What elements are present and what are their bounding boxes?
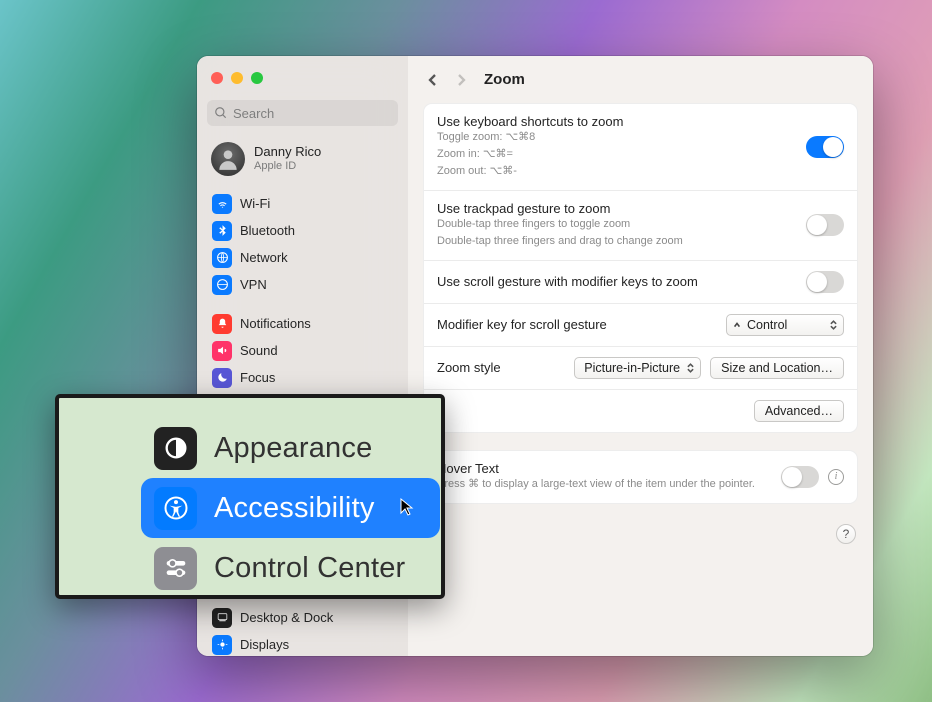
row-kb-shortcuts: Use keyboard shortcuts to zoom Toggle zo… [424,104,857,191]
zoom-item-label: Control Center [214,552,405,585]
sidebar-item-notifications[interactable]: Notifications [207,310,398,337]
accessibility-icon [154,487,197,530]
row-label: Use keyboard shortcuts to zoom [437,114,623,129]
help-button[interactable]: ? [836,524,856,544]
appearance-icon [154,427,197,470]
row-sub: Toggle zoom: ⌥⌘8 [437,130,623,146]
toggle-hover-text[interactable] [781,466,819,488]
advanced-button[interactable]: Advanced… [754,400,844,422]
row-label: Modifier key for scroll gesture [437,317,607,332]
row-scroll-gesture: Use scroll gesture with modifier keys to… [424,261,857,304]
zoom-settings-card: Use keyboard shortcuts to zoom Toggle zo… [423,103,858,433]
select-value: Picture-in-Picture [584,361,680,375]
row-trackpad-gesture: Use trackpad gesture to zoom Double-tap … [424,191,857,261]
sidebar-item-focus[interactable]: Focus [207,364,398,391]
row-modifier-key: Modifier key for scroll gesture Control [424,304,857,347]
sidebar-item-desktop-dock[interactable]: Desktop & Dock [207,604,398,631]
zoom-item-label: Appearance [214,432,372,465]
page-title: Zoom [484,71,525,88]
user-name: Danny Rico [254,144,321,160]
main-pane: Zoom Use keyboard shortcuts to zoom Togg… [408,56,873,656]
desktop-wallpaper: Search Danny Rico Apple ID Wi-Fi Bluetoo… [0,0,932,702]
zoom-item-accessibility[interactable]: Accessibility [141,478,440,538]
minimize-button[interactable] [231,72,243,84]
dock-icon [212,608,232,628]
wifi-icon [212,194,232,214]
network-icon [212,248,232,268]
row-label: Use scroll gesture with modifier keys to… [437,274,698,289]
row-zoom-style: Zoom style Picture-in-Picture Size and L… [424,347,857,390]
chevron-updown-icon [687,363,694,373]
window-controls [211,72,398,84]
user-sub: Apple ID [254,160,321,174]
zoom-item-appearance[interactable]: Appearance [147,418,421,478]
search-input[interactable]: Search [207,100,398,126]
row-label: Use trackpad gesture to zoom [437,201,683,216]
row-sub: Double-tap three fingers to toggle zoom [437,217,683,233]
sidebar-item-vpn[interactable]: VPN [207,271,398,298]
row-sub: Press ⌘ to display a large-text view of … [437,477,755,493]
row-label: Zoom style [437,360,501,375]
info-icon[interactable]: i [828,469,844,485]
sidebar-item-sound[interactable]: Sound [207,337,398,364]
button-label: Advanced… [765,404,833,418]
back-button[interactable] [424,71,442,89]
select-zoom-style[interactable]: Picture-in-Picture [574,357,701,379]
moon-icon [212,368,232,388]
main-header: Zoom [408,56,873,103]
content-area: Use keyboard shortcuts to zoom Toggle zo… [408,103,873,559]
bluetooth-icon [212,221,232,241]
sidebar-item-label: Sound [240,343,278,358]
sidebar-item-displays[interactable]: Displays [207,631,398,656]
chevron-updown-icon [830,320,837,330]
sidebar-item-label: Desktop & Dock [240,610,333,625]
zoom-item-label: Accessibility [214,492,375,525]
select-modifier-key[interactable]: Control [726,314,844,336]
sidebar-item-label: Bluetooth [240,223,295,238]
avatar [211,142,245,176]
vpn-icon [212,275,232,295]
zoom-pip-overlay: Appearance Accessibility Control Center [55,394,445,599]
row-sub: Zoom in: ⌥⌘= [437,147,623,163]
sidebar-item-label: Wi-Fi [240,196,270,211]
bell-icon [212,314,232,334]
search-icon [214,106,228,120]
row-label: Hover Text [437,461,755,476]
sidebar-item-label: Notifications [240,316,311,331]
apple-id-row[interactable]: Danny Rico Apple ID [207,137,398,190]
sliders-icon [154,547,197,590]
zoom-button[interactable] [251,72,263,84]
size-location-button[interactable]: Size and Location… [710,357,844,379]
sidebar-item-bluetooth[interactable]: Bluetooth [207,217,398,244]
sidebar-item-network[interactable]: Network [207,244,398,271]
control-caret-icon [733,318,741,332]
select-value: Control [747,318,787,332]
sidebar-item-wifi[interactable]: Wi-Fi [207,190,398,217]
close-button[interactable] [211,72,223,84]
sidebar-item-label: Focus [240,370,275,385]
button-label: Size and Location… [721,361,833,375]
row-hover-text: Hover Text Press ⌘ to display a large-te… [424,451,857,503]
sidebar-item-label: Displays [240,637,289,652]
search-placeholder: Search [233,106,274,121]
display-icon [212,635,232,655]
sidebar-item-label: Network [240,250,288,265]
speaker-icon [212,341,232,361]
toggle-scroll-gesture[interactable] [806,271,844,293]
toggle-kb-shortcuts[interactable] [806,136,844,158]
zoom-item-control-center[interactable]: Control Center [147,538,421,598]
row-sub: Zoom out: ⌥⌘- [437,164,623,180]
toggle-trackpad-gesture[interactable] [806,214,844,236]
row-advanced: Advanced… [424,390,857,432]
cursor-icon [398,497,418,517]
row-sub: Double-tap three fingers and drag to cha… [437,234,683,250]
sidebar-item-label: VPN [240,277,267,292]
forward-button[interactable] [452,71,470,89]
hover-text-card: Hover Text Press ⌘ to display a large-te… [423,450,858,504]
